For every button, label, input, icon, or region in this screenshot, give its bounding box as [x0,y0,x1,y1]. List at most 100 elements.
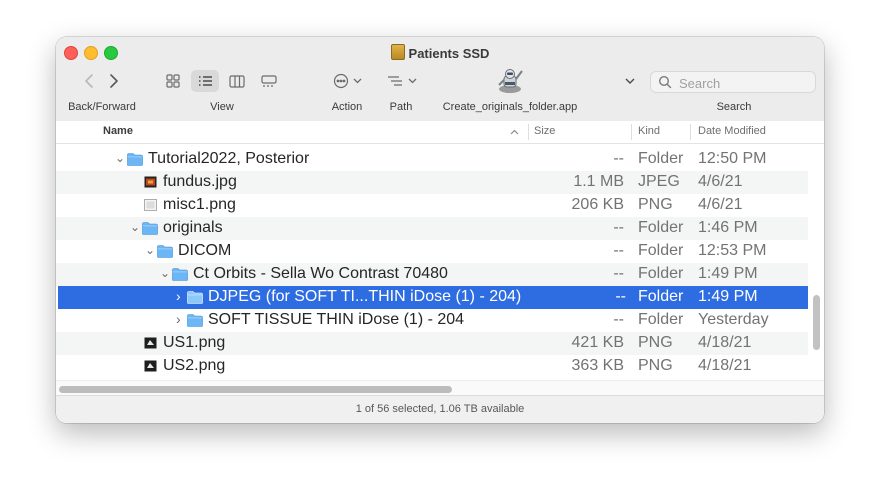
folder-icon [142,222,158,235]
file-name: DICOM [178,242,232,259]
disclosure-expanded-icon[interactable]: ⌄ [160,266,170,280]
search-field[interactable] [650,71,816,93]
file-name: US1.png [163,334,226,351]
file-kind: PNG [638,334,673,351]
list-item[interactable]: ⌄ Tutorial2022, Posterior -- Folder 12:5… [56,148,808,171]
column-kind-header[interactable]: Kind [638,125,660,137]
file-size: -- [615,288,626,305]
back-forward-label: Back/Forward [68,101,136,113]
list-item[interactable]: fundus.jpg 1.1 MB JPEG 4/6/21 [56,171,808,194]
chevron-down-icon [625,78,635,84]
disclosure-expanded-icon[interactable]: ⌄ [115,151,125,165]
list-item[interactable]: › SOFT TISSUE THIN iDose (1) - 204 -- Fo… [56,309,808,332]
status-text: 1 of 56 selected, 1.06 TB available [355,403,525,415]
column-date-header[interactable]: Date Modified [698,125,766,137]
file-name: Ct Orbits - Sella Wo Contrast 70480 [193,265,448,282]
list-icon [198,76,212,86]
toolbar: Patients SSD Back/Forward View Action Pa… [56,37,824,122]
action-label: Action [331,101,363,113]
vertical-scrollbar[interactable] [813,295,820,350]
columns-icon [229,74,245,88]
column-header: Name Size Kind Date Modified [56,121,824,144]
file-kind: Folder [638,288,684,305]
file-kind: Folder [638,242,684,259]
folder-icon [127,153,143,166]
gallery-icon [261,74,277,87]
view-columns-button[interactable] [223,70,251,92]
file-size: 206 KB [571,196,624,213]
window-title: Patients SSD [56,44,824,61]
view-icons-button[interactable] [159,70,187,92]
list-item[interactable]: US2.png 363 KB PNG 4/18/21 [56,355,808,378]
column-divider[interactable] [528,124,529,140]
sort-chevron-up-icon[interactable] [510,129,519,135]
automator-robot-icon [498,69,523,93]
file-size: 421 KB [571,334,624,351]
file-date: 1:46 PM [698,219,758,236]
list-item[interactable]: ⌄ DICOM -- Folder 12:53 PM [56,240,808,263]
file-name: SOFT TISSUE THIN iDose (1) - 204 [208,311,465,328]
back-button[interactable] [81,72,97,90]
file-date: 12:50 PM [698,150,767,167]
file-date: 4/6/21 [698,196,743,213]
file-kind: PNG [638,357,673,374]
jpeg-file-icon [144,176,157,188]
column-divider[interactable] [690,124,691,140]
folder-icon [187,291,203,304]
column-size-header[interactable]: Size [534,125,555,137]
view-label: View [210,101,234,113]
png-file-icon [144,337,157,349]
chevron-down-icon [408,78,417,84]
file-size: 363 KB [571,357,624,374]
file-size: 1.1 MB [573,173,624,190]
drive-icon [390,44,405,60]
file-name: fundus.jpg [163,173,237,190]
disclosure-expanded-icon[interactable]: ⌄ [130,220,140,234]
file-name: misc1.png [163,196,236,213]
path-icon [388,76,402,86]
grid-icon [166,74,180,88]
more-toolbar-button[interactable] [624,75,636,87]
column-name-header[interactable]: Name [103,125,133,137]
file-kind: Folder [638,150,684,167]
horizontal-scrollbar[interactable] [59,386,452,393]
file-kind: JPEG [638,173,680,190]
app-label: Create_originals_folder.app [442,101,578,113]
column-divider[interactable] [631,124,632,140]
path-button[interactable] [385,71,419,91]
folder-icon [187,314,203,327]
disclosure-expanded-icon[interactable]: ⌄ [145,243,155,257]
search-icon [658,75,672,89]
view-list-button[interactable] [191,70,219,92]
disclosure-collapsed-icon[interactable]: › [176,311,181,327]
list-item[interactable]: ⌄ Ct Orbits - Sella Wo Contrast 70480 --… [56,263,808,286]
file-name: Tutorial2022, Posterior [148,150,310,167]
file-list: ⌄ Tutorial2022, Posterior -- Folder 12:5… [56,144,824,384]
file-name: DJPEG (for SOFT TI...THIN iDose (1) - 20… [208,288,522,305]
action-button[interactable] [330,71,364,91]
file-size: -- [613,311,624,328]
file-name: originals [163,219,223,236]
file-kind: Folder [638,219,684,236]
search-input[interactable] [677,74,811,92]
view-gallery-button[interactable] [255,70,283,92]
file-date: 4/18/21 [698,357,752,374]
ellipsis-circle-icon [333,73,348,89]
chevron-left-icon [85,74,93,88]
forward-button[interactable] [106,72,122,90]
png-file-icon [144,360,157,372]
folder-icon [157,245,173,258]
file-date: 4/6/21 [698,173,743,190]
file-date: Yesterday [698,311,769,328]
list-item[interactable]: ⌄ originals -- Folder 1:46 PM [56,217,808,240]
finder-window: Patients SSD Back/Forward View Action Pa… [56,37,824,423]
file-date: 1:49 PM [698,288,758,305]
list-item-selected[interactable]: › DJPEG (for SOFT TI...THIN iDose (1) - … [58,286,808,309]
disclosure-collapsed-icon[interactable]: › [176,288,181,304]
file-size: -- [613,242,624,259]
create-originals-app-button[interactable] [495,67,525,95]
folder-icon [172,268,188,281]
list-item[interactable]: misc1.png 206 KB PNG 4/6/21 [56,194,808,217]
file-size: -- [613,265,624,282]
list-item[interactable]: US1.png 421 KB PNG 4/18/21 [56,332,808,355]
